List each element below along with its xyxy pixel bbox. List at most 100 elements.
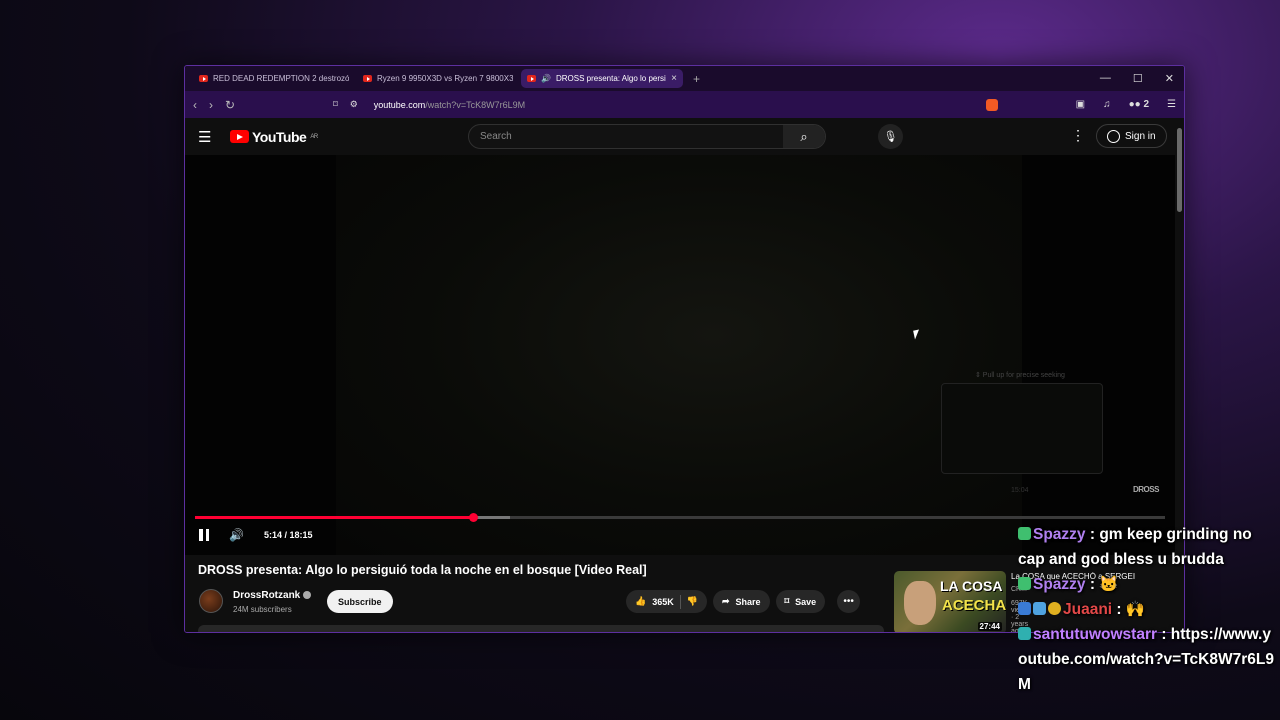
back-icon[interactable]: ‹	[193, 98, 197, 112]
emote-icon: 🙌	[1125, 601, 1146, 618]
chat-username: santutuwowstarr	[1033, 626, 1158, 643]
sub-badge-icon	[1033, 602, 1046, 615]
microphone-icon: 🎙	[883, 131, 898, 143]
bits-badge-icon	[1048, 602, 1061, 615]
address-bar: ‹ › ↻ ⌑ ⚙ youtube.com/watch?v=TcK8W7r6L9…	[185, 91, 1184, 118]
video-player[interactable]: ⇕ Pull up for precise seeking 15:04 DROS…	[185, 155, 1175, 555]
verified-icon	[303, 591, 312, 600]
extensions-count: 2	[1143, 99, 1150, 110]
seek-hint: ⇕ Pull up for precise seeking	[975, 372, 1065, 379]
chat-message: santutuwowstarr : https://www.youtube.co…	[1018, 622, 1280, 697]
hamburger-menu-icon[interactable]: ☰	[198, 128, 220, 146]
tab-title: DROSS presenta: Algo lo persiguió	[555, 74, 666, 83]
brave-shield-icon[interactable]	[985, 98, 998, 111]
toolbar-right: ▣ ♫ ●● 2 ☰	[985, 98, 1176, 111]
tab-ryzen[interactable]: Ryzen 9 9950X3D vs Ryzen 7 9800X3D	[357, 69, 519, 88]
search-placeholder: Search	[480, 131, 512, 142]
site-info-icon[interactable]: ⚙	[350, 99, 358, 110]
chat-username: Juaani	[1063, 601, 1113, 618]
forward-icon[interactable]: ›	[209, 98, 213, 112]
stream-chat-overlay: Spazzy : gm keep grinding no cap and god…	[1018, 522, 1280, 697]
minimize-button[interactable]: —	[1100, 72, 1111, 85]
video-frame	[336, 155, 1022, 555]
subscribe-button[interactable]: Subscribe	[327, 590, 393, 613]
url-host: youtube.com	[373, 99, 426, 110]
region-code: AR	[310, 133, 318, 140]
player-controls: 🔊 5:14 / 18:15	[199, 528, 313, 542]
verified-badge-icon	[1018, 577, 1031, 590]
like-icon[interactable]: 👍	[635, 596, 646, 607]
bookmark-save-icon: ⌑	[784, 596, 790, 606]
url-field[interactable]: youtube.com/watch?v=TcK8W7r6L9M	[374, 100, 525, 110]
volume-icon[interactable]: 🔊	[229, 528, 244, 542]
youtube-favicon-icon	[363, 75, 372, 82]
sign-in-button[interactable]: Sign in	[1096, 124, 1167, 148]
share-label: Share	[735, 596, 761, 607]
settings-menu-icon[interactable]: ⋮	[1071, 127, 1085, 144]
new-tab-button[interactable]: +	[693, 72, 700, 86]
speaker-icon[interactable]: 🔊	[541, 74, 551, 83]
thumbnail-face	[904, 581, 936, 625]
sign-in-label: Sign in	[1125, 130, 1156, 142]
share-button[interactable]: ➦ Share	[712, 590, 770, 613]
share-icon: ➦	[721, 596, 730, 606]
recommended-thumbnail[interactable]: LA COSA ACECHA 27:44	[894, 571, 1006, 632]
emote-icon: 🐱	[1099, 576, 1119, 593]
pause-icon[interactable]	[199, 529, 209, 541]
action-bar: 👍 365K 👎 ➦ Share ⌑ Save •••	[626, 590, 861, 613]
channel-name[interactable]: DrossRotzank	[233, 590, 312, 601]
youtube-logo[interactable]: YouTube AR	[230, 129, 318, 145]
played-bar	[195, 516, 474, 519]
user-icon	[1107, 129, 1120, 143]
chat-message: Juaani : 🙌	[1018, 597, 1280, 622]
youtube-favicon-icon	[199, 75, 208, 82]
search-input[interactable]: Search ⌕	[468, 124, 826, 149]
scrubber-handle[interactable]	[468, 513, 478, 522]
like-count[interactable]: 365K	[652, 597, 674, 607]
youtube-logo-text: YouTube	[252, 128, 307, 145]
progress-bar[interactable]	[195, 513, 1165, 522]
divider	[679, 594, 681, 609]
chat-text: :	[1116, 601, 1122, 618]
save-button[interactable]: ⌑ Save	[775, 590, 826, 613]
voice-search-button[interactable]: 🎙	[878, 124, 903, 149]
chat-text: :	[1089, 576, 1096, 593]
channel-name-text: DrossRotzank	[233, 590, 301, 601]
description-box[interactable]	[198, 625, 884, 632]
page-scrollbar[interactable]	[1177, 128, 1182, 212]
youtube-play-icon	[230, 130, 249, 143]
sidebar-icon[interactable]: ▣	[1076, 99, 1085, 110]
seek-preview-thumbnail	[941, 383, 1103, 474]
maximize-button[interactable]: ☐	[1133, 72, 1143, 85]
tab-red-dead[interactable]: RED DEAD REDEMPTION 2 destrozó	[193, 69, 355, 88]
close-tab-icon[interactable]: ×	[671, 73, 677, 84]
chat-message: Spazzy : gm keep grinding no cap and god…	[1018, 522, 1280, 572]
window-controls: — ☐ ✕	[1100, 72, 1184, 85]
search-button[interactable]: ⌕	[783, 125, 825, 148]
prime-badge-icon	[1018, 602, 1031, 615]
reload-icon[interactable]: ↻	[225, 98, 235, 112]
chat-message: Spazzy : 🐱	[1018, 572, 1280, 597]
thumbnail-text-1: LA COSA	[940, 578, 1003, 594]
thumbnail-text-2: ACECHA	[942, 597, 1006, 614]
tab-dross[interactable]: 🔊 DROSS presenta: Algo lo persiguió ×	[521, 69, 683, 88]
tab-title: Ryzen 9 9950X3D vs Ryzen 7 9800X3D	[377, 74, 513, 83]
youtube-favicon-icon	[527, 75, 536, 82]
media-icon[interactable]: ♫	[1103, 99, 1111, 110]
menu-icon[interactable]: ☰	[1167, 99, 1176, 110]
like-dislike-group: 👍 365K 👎	[626, 590, 707, 613]
tab-title: RED DEAD REDEMPTION 2 destrozó	[213, 74, 349, 83]
close-window-button[interactable]: ✕	[1165, 72, 1174, 85]
more-actions-icon[interactable]: •••	[837, 590, 861, 613]
youtube-header: ☰ YouTube AR Search ⌕ 🎙 ⋮ Sign in	[185, 118, 1184, 155]
search-icon: ⌕	[800, 128, 808, 144]
bookmark-icon[interactable]: ⌑	[333, 99, 338, 110]
subscriber-count: 24M subscribers	[233, 605, 292, 614]
channel-watermark[interactable]: DROSS	[1133, 485, 1159, 494]
video-duration: 27:44	[977, 622, 1002, 631]
chat-username: Spazzy	[1033, 526, 1086, 543]
preview-time: 15:04	[1011, 487, 1029, 494]
channel-avatar[interactable]	[199, 589, 223, 613]
dislike-icon[interactable]: 👎	[687, 596, 698, 607]
extensions-icon[interactable]: ●● 2	[1129, 99, 1149, 110]
